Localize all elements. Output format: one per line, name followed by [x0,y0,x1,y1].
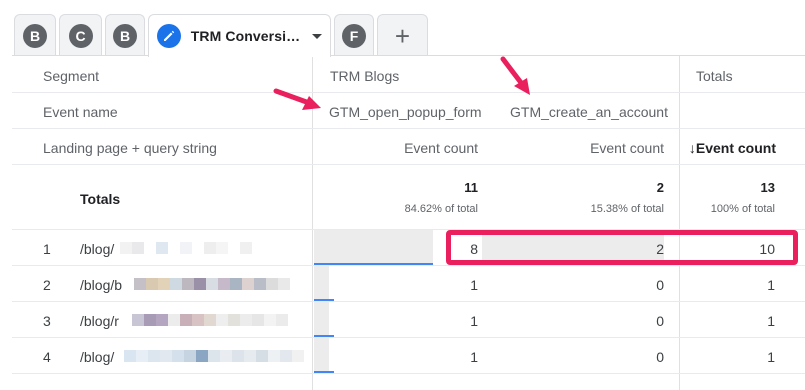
pencil-icon [156,24,181,48]
caret-down-icon[interactable] [312,33,323,39]
annotation-arrow-1 [273,88,321,110]
annotation-arrow-2 [500,56,530,95]
annotation-arrows [273,56,530,110]
tab-trm-conversions[interactable]: TRM Conversi… [148,14,331,57]
tab-title: TRM Conversi… [190,28,301,44]
